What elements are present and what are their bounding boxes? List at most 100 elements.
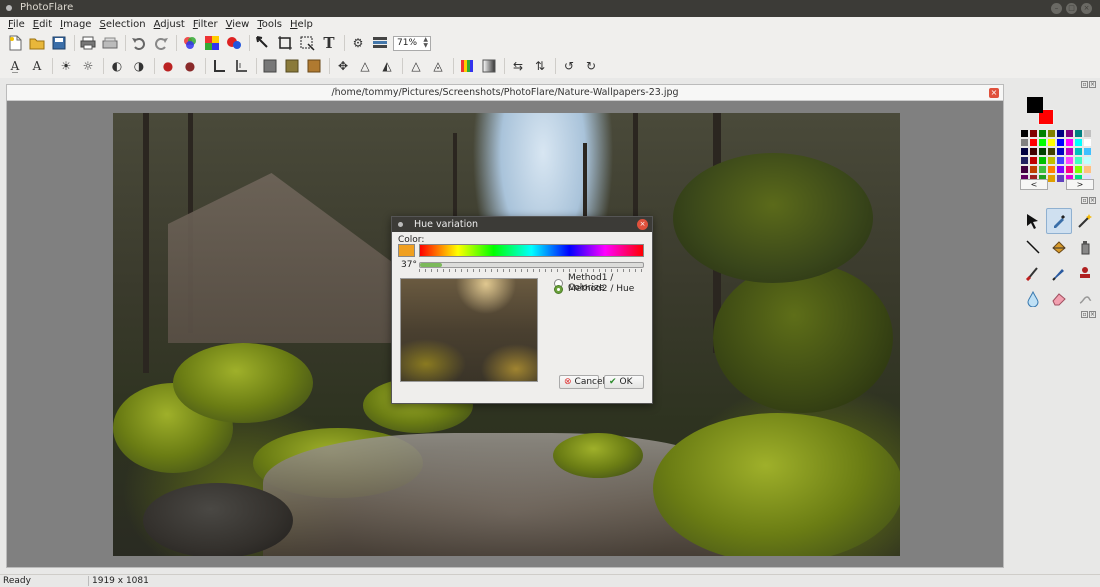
palette-swatch[interactable]	[1083, 129, 1092, 138]
palette-swatch[interactable]	[1065, 129, 1074, 138]
palette-swatch[interactable]	[1056, 156, 1065, 165]
close-icon[interactable]: ×	[1089, 311, 1096, 318]
palette-swatch[interactable]	[1029, 165, 1038, 174]
dialog-menu-dot[interactable]	[398, 222, 403, 227]
float-icon[interactable]: ▫	[1081, 311, 1088, 318]
maximize-icon[interactable]: □	[1066, 3, 1077, 14]
palette-swatch[interactable]	[1065, 138, 1074, 147]
palette-swatch[interactable]	[1020, 129, 1029, 138]
paintbrush-icon[interactable]	[1020, 260, 1046, 286]
dialog-close-icon[interactable]: ×	[637, 219, 648, 230]
triangle-shaded-icon[interactable]: ◭	[378, 57, 396, 75]
palette-swatch[interactable]	[1038, 165, 1047, 174]
hue-spectrum-bar[interactable]	[419, 244, 644, 257]
rotate-ccw-icon[interactable]: ↺	[560, 57, 578, 75]
palette-swatch[interactable]	[1038, 147, 1047, 156]
old-photo-icon[interactable]	[305, 57, 323, 75]
palette-swatch[interactable]	[1056, 147, 1065, 156]
palette-swatch[interactable]	[1065, 156, 1074, 165]
menu-help[interactable]: Help	[286, 19, 317, 30]
pen-icon[interactable]	[1046, 260, 1072, 286]
menu-adjust[interactable]: Adjust	[150, 19, 189, 30]
app-menu-dot[interactable]	[6, 5, 12, 11]
text-tool-icon[interactable]: T	[320, 34, 338, 52]
smudge-icon[interactable]	[1072, 286, 1098, 312]
flip-vertical-icon[interactable]: ⇅	[531, 57, 549, 75]
palette-swatch[interactable]	[1038, 156, 1047, 165]
palette-swatch[interactable]	[1056, 138, 1065, 147]
brightness-up-icon[interactable]: ☀	[57, 57, 75, 75]
selection-icon[interactable]	[298, 34, 316, 52]
palette-swatch[interactable]	[1074, 129, 1083, 138]
stamp-icon[interactable]	[1072, 260, 1098, 286]
menu-edit[interactable]: Edit	[29, 19, 56, 30]
open-folder-icon[interactable]	[28, 34, 46, 52]
palette-swatch[interactable]	[1074, 138, 1083, 147]
undo-icon[interactable]	[130, 34, 148, 52]
palette-swatch[interactable]	[1038, 138, 1047, 147]
grayscale-icon[interactable]	[261, 57, 279, 75]
palette-swatch[interactable]	[1083, 138, 1092, 147]
flip-horizontal-icon[interactable]: ⇆	[509, 57, 527, 75]
redo-icon[interactable]	[152, 34, 170, 52]
palette-swatch[interactable]	[1020, 147, 1029, 156]
selected-color-swatch[interactable]	[398, 244, 415, 257]
palette-swatch[interactable]	[1056, 129, 1065, 138]
palette-swatch[interactable]	[1020, 165, 1029, 174]
color-picker-icon[interactable]	[1046, 208, 1072, 234]
menu-tools[interactable]: Tools	[253, 19, 286, 30]
zoom-spin-icon[interactable]: ▲ ▼	[423, 36, 428, 49]
palette-swatch[interactable]	[1083, 156, 1092, 165]
palette-swatch[interactable]	[1065, 165, 1074, 174]
menu-filter[interactable]: Filter	[189, 19, 222, 30]
ok-button[interactable]: ✔ OK	[604, 375, 644, 389]
palette-swatch[interactable]	[1029, 156, 1038, 165]
save-icon[interactable]	[50, 34, 68, 52]
hue-bars-icon[interactable]	[458, 57, 476, 75]
eraser-icon[interactable]	[1046, 286, 1072, 312]
cancel-button[interactable]: ⊗ Cancel	[559, 375, 605, 389]
blur-icon[interactable]: ◬	[429, 57, 447, 75]
close-icon[interactable]: ×	[1089, 81, 1096, 88]
contrast-down-icon[interactable]: ◑	[130, 57, 148, 75]
font-style-icon[interactable]: A̲	[6, 57, 24, 75]
color-balls-icon[interactable]	[225, 34, 243, 52]
palette-swatch[interactable]	[1047, 165, 1056, 174]
sepia-icon[interactable]	[283, 57, 301, 75]
text-effect-icon[interactable]: A	[28, 57, 46, 75]
pointer-tool-icon[interactable]	[254, 34, 272, 52]
rotate-cw-icon[interactable]: ↻	[582, 57, 600, 75]
palette-swatch[interactable]	[1020, 156, 1029, 165]
palette-swatch[interactable]	[1029, 138, 1038, 147]
minimize-icon[interactable]: –	[1051, 3, 1062, 14]
rgb-channels-icon[interactable]	[181, 34, 199, 52]
paint-bucket-icon[interactable]	[1046, 234, 1072, 260]
move-icon[interactable]: ✥	[334, 57, 352, 75]
palette-swatch[interactable]	[1047, 129, 1056, 138]
palette-prev-button[interactable]: <	[1020, 179, 1048, 190]
foreground-color-swatch[interactable]	[1027, 97, 1043, 113]
print-icon[interactable]	[79, 34, 97, 52]
palette-next-button[interactable]: >	[1066, 179, 1094, 190]
color-mosaic-icon[interactable]	[203, 34, 221, 52]
brightness-down-icon[interactable]: ☼	[79, 57, 97, 75]
close-icon[interactable]: ×	[1089, 197, 1096, 204]
pointer-tool-icon[interactable]	[1020, 208, 1046, 234]
crop-icon[interactable]	[276, 34, 294, 52]
palette-swatch[interactable]	[1083, 165, 1092, 174]
palette-swatch[interactable]	[1038, 129, 1047, 138]
palette-swatch[interactable]	[1029, 129, 1038, 138]
line-tool-icon[interactable]	[1020, 234, 1046, 260]
document-close-icon[interactable]: ×	[989, 88, 999, 98]
palette-swatch[interactable]	[1056, 165, 1065, 174]
palette-swatch[interactable]	[1074, 165, 1083, 174]
blur-drop-icon[interactable]	[1020, 286, 1046, 312]
menu-image[interactable]: Image	[56, 19, 95, 30]
gradient-icon[interactable]	[480, 57, 498, 75]
palette-swatch[interactable]	[1047, 138, 1056, 147]
palette-swatch[interactable]	[1047, 156, 1056, 165]
new-file-icon[interactable]	[6, 34, 24, 52]
magic-wand-icon[interactable]	[1072, 208, 1098, 234]
float-icon[interactable]: ▫	[1081, 81, 1088, 88]
settings-gear-icon[interactable]: ⚙	[349, 34, 367, 52]
